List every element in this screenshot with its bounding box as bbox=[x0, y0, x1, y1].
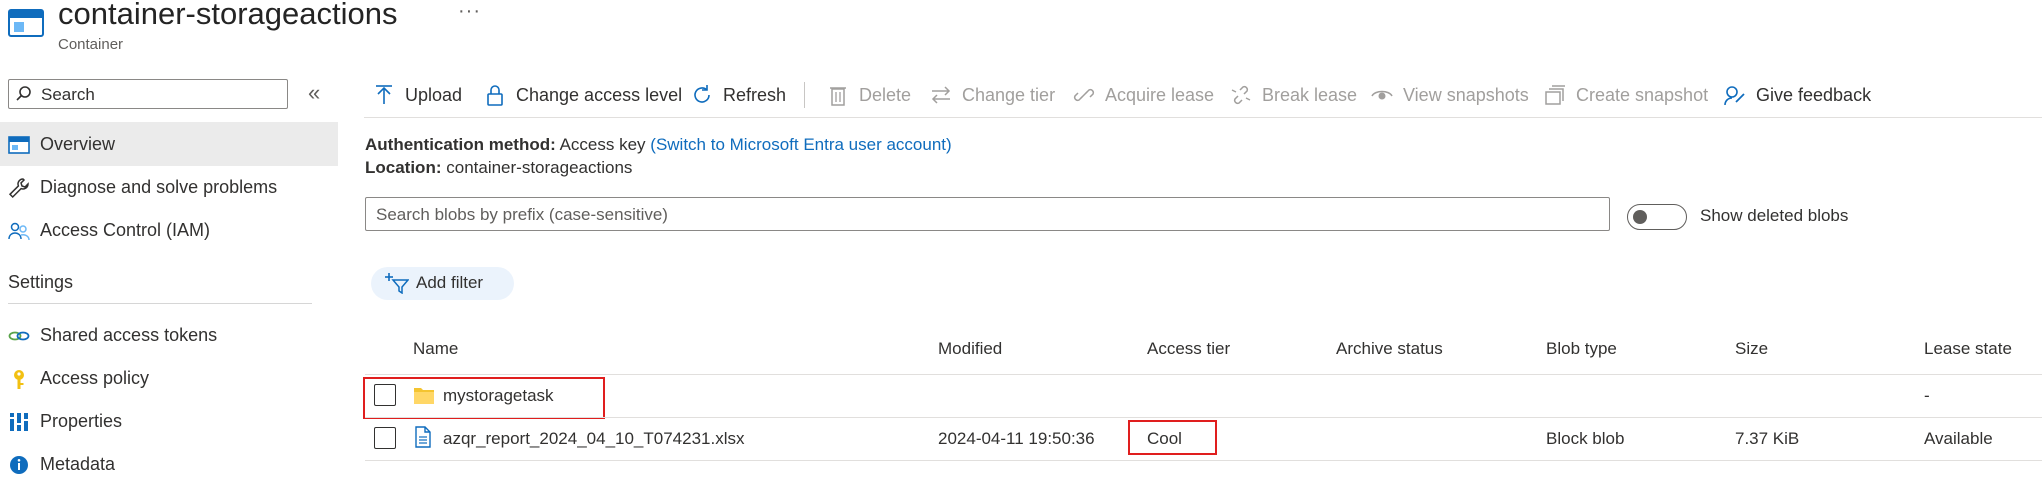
row-lease-state: - bbox=[1924, 386, 1930, 405]
wrench-icon bbox=[8, 177, 30, 199]
view-snapshots-button[interactable]: View snapshots bbox=[1371, 80, 1529, 110]
row-name[interactable]: mystoragetask bbox=[443, 386, 554, 406]
page-title: container-storageactions bbox=[58, 0, 398, 31]
refresh-label: Refresh bbox=[723, 84, 787, 105]
switch-auth-link[interactable]: (Switch to Microsoft Entra user account) bbox=[650, 135, 951, 154]
toolbar-divider bbox=[804, 82, 805, 108]
toggle-knob bbox=[1633, 210, 1647, 224]
auth-method-row: Authentication method: Access key (Switc… bbox=[365, 135, 952, 155]
auth-method-value: Access key bbox=[559, 135, 646, 154]
lock-icon bbox=[484, 84, 506, 106]
filter-icon bbox=[385, 272, 410, 299]
column-header-lease-state[interactable]: Lease state bbox=[1924, 339, 2012, 359]
row-divider bbox=[365, 460, 2042, 461]
sidebar-item-iam[interactable]: Access Control (IAM) bbox=[0, 208, 338, 252]
add-filter-button[interactable]: Add filter bbox=[371, 267, 514, 300]
settings-heading: Settings bbox=[8, 272, 74, 292]
blob-search-placeholder: Search blobs by prefix (case-sensitive) bbox=[376, 205, 668, 224]
break-lease-label: Break lease bbox=[1262, 84, 1358, 105]
table-row[interactable] bbox=[0, 376, 2042, 416]
row-modified: 2024-04-11 19:50:36 bbox=[938, 429, 1095, 448]
show-deleted-toggle[interactable] bbox=[1627, 204, 1687, 230]
row-size: 7.37 KiB bbox=[1735, 429, 1800, 448]
create-snapshot-label: Create snapshot bbox=[1576, 84, 1709, 105]
acquire-lease-button[interactable]: Acquire lease bbox=[1073, 80, 1214, 110]
link-icon bbox=[1073, 84, 1095, 106]
location-value: container-storageactions bbox=[446, 158, 633, 177]
sidebar-search-placeholder: Search bbox=[41, 85, 95, 104]
more-options-button[interactable]: ··· bbox=[458, 0, 481, 23]
blob-search-input[interactable]: Search blobs by prefix (case-sensitive) bbox=[365, 197, 1610, 231]
change-access-level-button[interactable]: Change access level bbox=[484, 80, 682, 110]
column-header-blob-type[interactable]: Blob type bbox=[1546, 339, 1617, 359]
sidebar-item-label: Diagnose and solve problems bbox=[40, 177, 278, 197]
sidebar-item-shared-access-tokens[interactable]: Shared access tokens bbox=[0, 313, 338, 357]
column-header-name[interactable]: Name bbox=[413, 339, 458, 359]
collapse-sidebar-button[interactable]: « bbox=[308, 80, 320, 106]
row-name[interactable]: azqr_report_2024_04_10_T074231.xlsx bbox=[443, 429, 745, 449]
change-tier-button[interactable]: Change tier bbox=[930, 80, 1055, 110]
sidebar-item-label: Shared access tokens bbox=[40, 325, 218, 345]
delete-label: Delete bbox=[859, 84, 912, 105]
sidebar-item-diagnose[interactable]: Diagnose and solve problems bbox=[0, 165, 338, 209]
folder-icon bbox=[413, 385, 435, 410]
container-icon bbox=[8, 6, 44, 38]
sidebar-item-label: Overview bbox=[40, 134, 116, 154]
sidebar-item-overview[interactable]: Overview bbox=[0, 122, 338, 166]
header-divider bbox=[365, 374, 2042, 375]
column-header-size[interactable]: Size bbox=[1735, 339, 1768, 359]
page-subtitle: Container bbox=[58, 36, 124, 53]
column-header-access-tier[interactable]: Access tier bbox=[1147, 339, 1230, 359]
view-snapshots-label: View snapshots bbox=[1403, 84, 1529, 105]
sidebar-search-input[interactable]: Search bbox=[8, 79, 288, 109]
file-icon bbox=[413, 426, 433, 453]
delete-button[interactable]: Delete bbox=[827, 80, 911, 110]
auth-method-label: Authentication method: bbox=[365, 135, 556, 154]
row-access-tier: Cool bbox=[1147, 429, 1182, 448]
location-label: Location: bbox=[365, 158, 442, 177]
overview-icon bbox=[8, 134, 30, 156]
upload-icon bbox=[373, 84, 395, 106]
give-feedback-button[interactable]: Give feedback bbox=[1724, 80, 1871, 110]
add-filter-label: Add filter bbox=[416, 273, 484, 292]
trash-icon bbox=[827, 84, 849, 106]
break-lease-button[interactable]: Break lease bbox=[1230, 80, 1357, 110]
snapshot-icon bbox=[1544, 84, 1566, 106]
feedback-icon bbox=[1724, 84, 1746, 106]
sidebar-item-label: Access Control (IAM) bbox=[40, 220, 211, 240]
settings-divider bbox=[8, 303, 312, 304]
give-feedback-label: Give feedback bbox=[1756, 84, 1872, 105]
show-deleted-label: Show deleted blobs bbox=[1700, 206, 1849, 225]
eye-icon bbox=[1371, 84, 1393, 106]
upload-button[interactable]: Upload bbox=[373, 80, 462, 110]
row-blob-type: Block blob bbox=[1546, 429, 1625, 448]
create-snapshot-button[interactable]: Create snapshot bbox=[1544, 80, 1708, 110]
broken-link-icon bbox=[1230, 84, 1252, 106]
row-lease-state: Available bbox=[1924, 429, 1993, 448]
row-checkbox[interactable] bbox=[374, 384, 396, 406]
column-header-archive-status[interactable]: Archive status bbox=[1336, 339, 1443, 359]
change-access-level-label: Change access level bbox=[516, 84, 683, 105]
column-header-modified[interactable]: Modified bbox=[938, 339, 1002, 359]
acquire-lease-label: Acquire lease bbox=[1105, 84, 1215, 105]
upload-label: Upload bbox=[405, 84, 463, 105]
row-checkbox[interactable] bbox=[374, 427, 396, 449]
link-icon bbox=[8, 325, 30, 347]
change-tier-label: Change tier bbox=[962, 84, 1056, 105]
people-icon bbox=[8, 220, 30, 242]
refresh-button[interactable]: Refresh bbox=[691, 80, 786, 110]
location-row: Location: container-storageactions bbox=[365, 158, 632, 178]
swap-icon bbox=[930, 84, 952, 106]
refresh-icon bbox=[691, 84, 713, 106]
search-icon bbox=[15, 85, 33, 108]
toolbar-bottom-divider bbox=[364, 117, 2042, 118]
